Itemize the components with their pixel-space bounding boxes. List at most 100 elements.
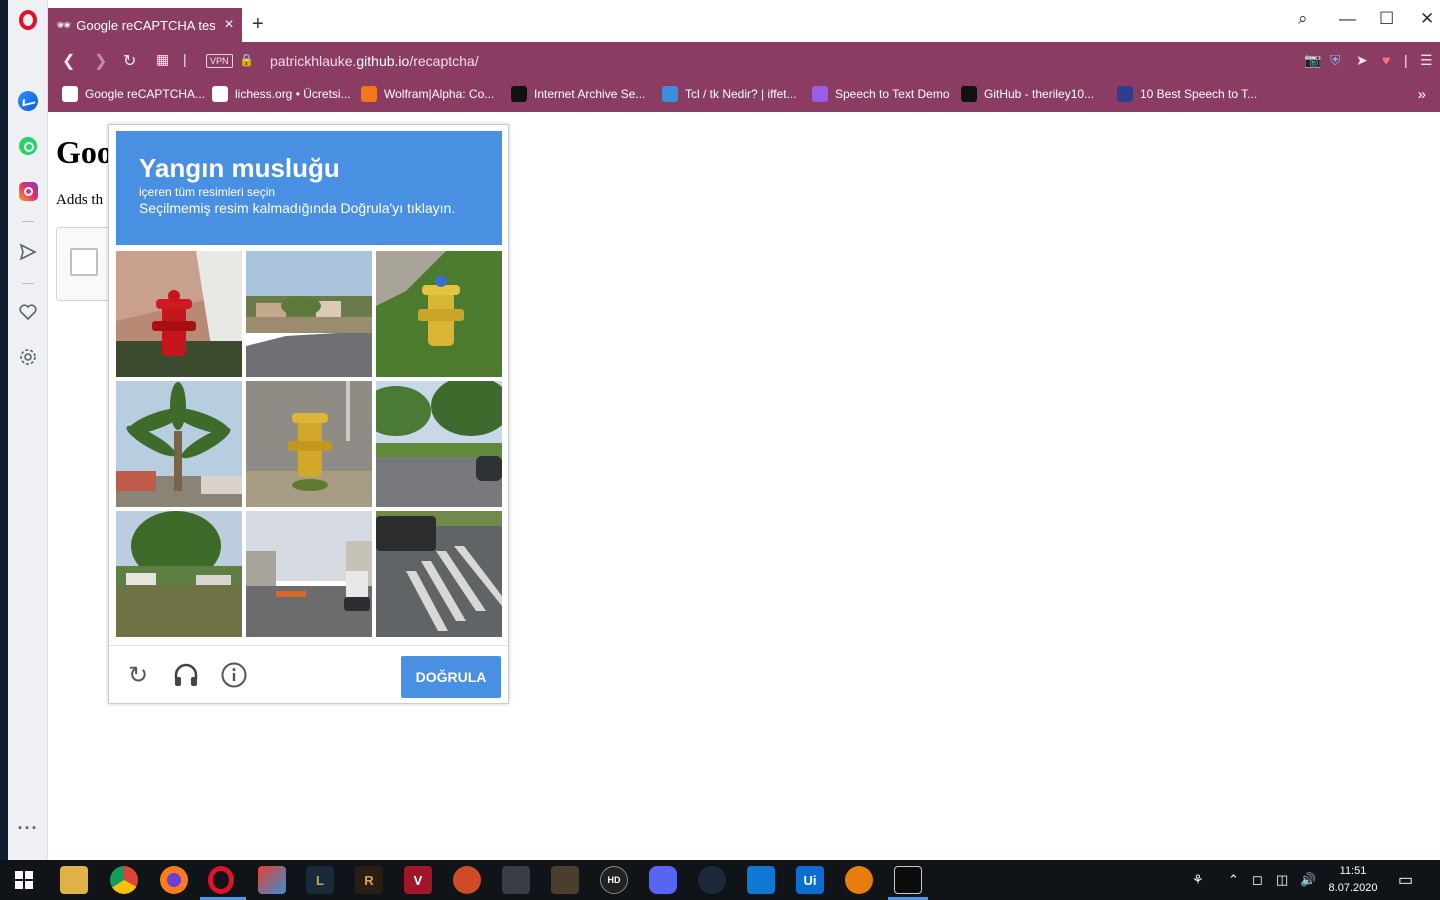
incognito-icon: 🕶 <box>56 18 72 32</box>
captcha-tile-3[interactable] <box>376 251 502 377</box>
terminal-icon[interactable] <box>894 866 922 894</box>
captcha-tile-5[interactable] <box>246 381 372 507</box>
game-character-icon[interactable] <box>551 866 579 894</box>
instagram-icon[interactable] <box>16 179 40 203</box>
captcha-image-grid <box>116 251 502 637</box>
messenger-icon[interactable] <box>16 89 40 113</box>
bookmark-item[interactable]: Tcl / tk Nedir? | iffet... <box>662 86 797 102</box>
more-dots-icon[interactable]: ··· <box>16 816 40 840</box>
windows-start-icon[interactable] <box>10 866 38 894</box>
opera-taskbar-icon[interactable] <box>208 866 234 894</box>
notification-center-icon[interactable]: ▭ <box>1398 870 1413 890</box>
vpn-badge[interactable]: VPN <box>206 54 233 68</box>
taskbar-clock[interactable]: 11:51 8.07.2020 <box>1326 863 1380 897</box>
lock-icon[interactable]: 🔒 <box>239 53 254 67</box>
world-of-tanks-icon[interactable] <box>502 866 530 894</box>
desktop-edge <box>0 0 8 860</box>
unity-hub-icon[interactable] <box>258 866 286 894</box>
vscode-icon[interactable] <box>747 866 775 894</box>
tab-google-recaptcha[interactable]: 🕶 Google reCAPTCHA test × <box>48 8 242 42</box>
discord-icon[interactable] <box>649 866 677 894</box>
forward-icon[interactable]: ❯ <box>94 51 107 71</box>
bookmark-label: Tcl / tk Nedir? | iffet... <box>685 87 797 101</box>
blender-icon[interactable] <box>845 866 873 894</box>
tab-close-icon[interactable]: × <box>216 16 242 34</box>
bookmark-favicon-icon <box>1117 86 1133 102</box>
bookmark-label: Speech to Text Demo <box>835 87 950 101</box>
bookmark-favicon-icon <box>361 86 377 102</box>
road-traffic-image <box>246 511 372 637</box>
speed-dial-grid-icon[interactable]: ▦ <box>156 51 169 68</box>
trees-lawn-image <box>116 511 242 637</box>
league-icon[interactable]: L <box>306 866 334 894</box>
bookmarks-heart-icon[interactable] <box>16 300 40 324</box>
hydrant-red-image <box>116 251 242 377</box>
flow-send-icon[interactable] <box>16 240 40 264</box>
recaptcha-checkbox[interactable] <box>70 248 98 276</box>
tray-chevron-up-icon[interactable]: ⌃ <box>1228 872 1239 888</box>
close-window-button[interactable]: ✕ <box>1420 9 1434 29</box>
bookmark-item[interactable]: GitHub - theriley10... <box>961 86 1094 102</box>
chrome-icon[interactable] <box>110 866 138 894</box>
new-tab-button[interactable]: + <box>252 14 264 34</box>
bookmarks-more-icon[interactable]: » <box>1418 86 1426 103</box>
heart-bookmark-icon[interactable]: ♥ <box>1382 52 1390 68</box>
people-icon[interactable]: ⚘ <box>1192 872 1204 888</box>
tab-bar: 🕶 Google reCAPTCHA test × + ⌕ — ☐ ✕ <box>48 0 1440 42</box>
bookmark-item[interactable]: lichess.org • Ücretsi... <box>212 86 351 102</box>
captcha-tile-8[interactable] <box>246 511 372 637</box>
audio-challenge-headphones-icon[interactable] <box>171 660 201 690</box>
url-domain: github.io <box>356 53 410 69</box>
captcha-tile-6[interactable] <box>376 381 502 507</box>
url-field[interactable]: patrickhlauke.github.io/recaptcha/ <box>270 53 479 69</box>
opera-menu-icon[interactable] <box>16 8 40 32</box>
hydrant-yellow-image <box>376 251 502 377</box>
runeterra-icon[interactable]: R <box>355 866 383 894</box>
uipath-icon[interactable]: Ui <box>796 866 824 894</box>
volume-icon[interactable]: 🔊 <box>1300 872 1316 888</box>
verify-button[interactable]: DOĞRULA <box>401 656 501 698</box>
easy-setup-menu-icon[interactable]: ☰ <box>1420 52 1433 69</box>
bookmark-item[interactable]: Wolfram|Alpha: Co... <box>361 86 494 102</box>
bookmark-favicon-icon <box>511 86 527 102</box>
captcha-header: Yangın musluğu içeren tüm resimleri seçi… <box>116 131 502 245</box>
bookmark-label: GitHub - theriley10... <box>984 87 1095 101</box>
file-explorer-icon[interactable] <box>60 866 88 894</box>
send-to-flow-icon[interactable]: ➤ <box>1356 52 1368 69</box>
bookmark-item[interactable]: Speech to Text Demo <box>812 86 950 102</box>
network-icon[interactable]: ◫ <box>1276 872 1288 888</box>
tab-search-icon[interactable]: ⌕ <box>1298 9 1308 29</box>
whatsapp-icon[interactable] <box>16 134 40 158</box>
info-icon[interactable] <box>219 660 249 690</box>
reload-icon[interactable]: ↻ <box>123 51 136 71</box>
game-app-icon[interactable] <box>453 866 481 894</box>
adblock-shield-icon[interactable]: ⛨ <box>1330 52 1341 69</box>
maximize-button[interactable]: ☐ <box>1379 9 1394 29</box>
minimize-button[interactable]: — <box>1339 9 1356 29</box>
bookmark-item[interactable]: 10 Best Speech to T... <box>1117 86 1257 102</box>
captcha-tile-4[interactable] <box>116 381 242 507</box>
reload-challenge-icon[interactable]: ↻ <box>123 660 153 690</box>
crosswalk-image <box>376 511 502 637</box>
windows-taskbar: L R V HD Ui ⚘ ⌃ ◻ ◫ 🔊 11:51 8.07.2020 ▭ <box>0 860 1440 900</box>
back-icon[interactable]: ❮ <box>62 51 75 71</box>
steam-icon[interactable] <box>698 866 726 894</box>
browser-window: ··· 🕶 Google reCAPTCHA test × + ⌕ — ☐ ✕ … <box>8 0 1440 860</box>
captcha-tile-2[interactable] <box>246 251 372 377</box>
valorant-icon[interactable]: V <box>404 866 432 894</box>
bookmark-item[interactable]: Internet Archive Se... <box>511 86 645 102</box>
bookmark-favicon-icon <box>662 86 678 102</box>
bookmark-item[interactable]: Google reCAPTCHA... <box>62 86 205 102</box>
captcha-title: Yangın musluğu <box>139 153 340 183</box>
power-icon[interactable]: ◻ <box>1252 872 1263 888</box>
firefox-icon[interactable] <box>160 866 188 894</box>
captcha-tile-1[interactable] <box>116 251 242 377</box>
settings-gear-icon[interactable] <box>16 345 40 369</box>
hd-player-icon[interactable]: HD <box>600 866 628 894</box>
captcha-tile-9[interactable] <box>376 511 502 637</box>
captcha-instruction: içeren tüm resimleri seçin <box>139 185 276 199</box>
captcha-challenge-popup: Yangın musluğu içeren tüm resimleri seçi… <box>108 124 509 704</box>
bookmarks-bar: » Google reCAPTCHA... lichess.org • Ücret… <box>48 80 1440 112</box>
snapshot-camera-icon[interactable]: 📷 <box>1304 52 1321 69</box>
captcha-tile-7[interactable] <box>116 511 242 637</box>
